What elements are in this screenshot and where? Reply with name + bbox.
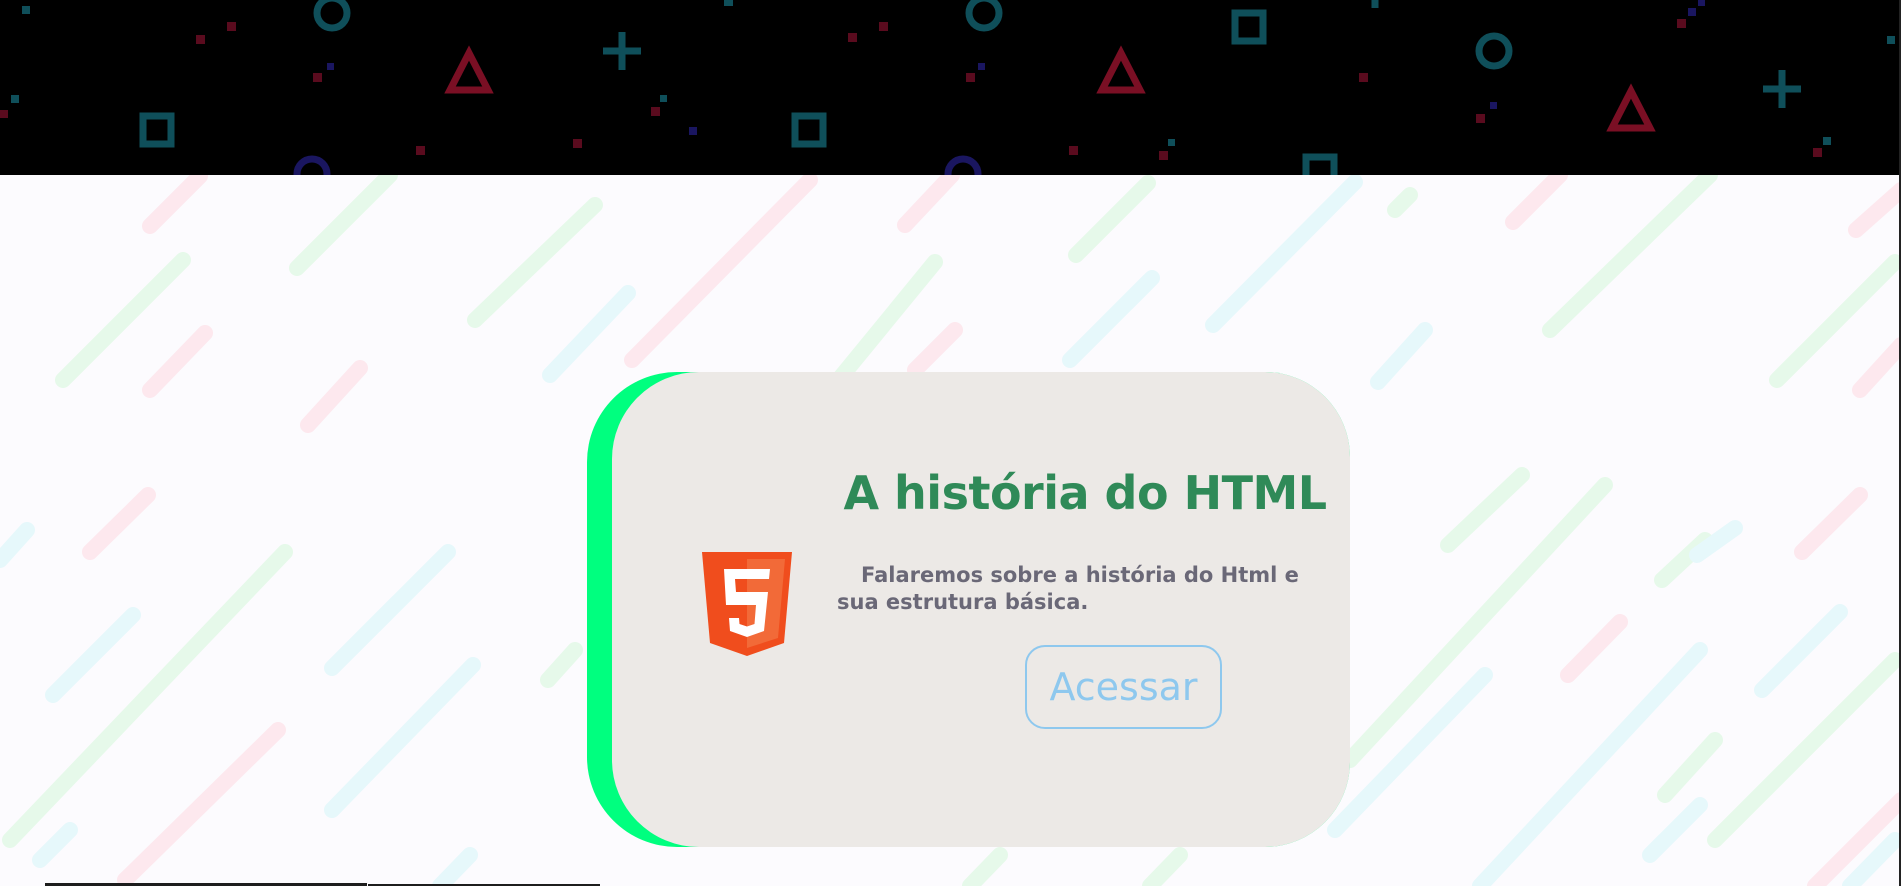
card-body: A história do HTML Falaremos sobre a his… — [612, 372, 1350, 847]
card-description: Falaremos sobre a história do Html e sua… — [837, 563, 1299, 614]
header-pattern — [0, 0, 1895, 175]
access-button[interactable]: Acessar — [1025, 645, 1222, 729]
header-banner — [0, 0, 1901, 175]
card-title: A história do HTML — [843, 466, 1327, 520]
page: A história do HTML Falaremos sobre a his… — [0, 0, 1901, 886]
html5-logo-icon — [702, 552, 792, 656]
course-card: A história do HTML Falaremos sobre a his… — [587, 372, 1350, 847]
